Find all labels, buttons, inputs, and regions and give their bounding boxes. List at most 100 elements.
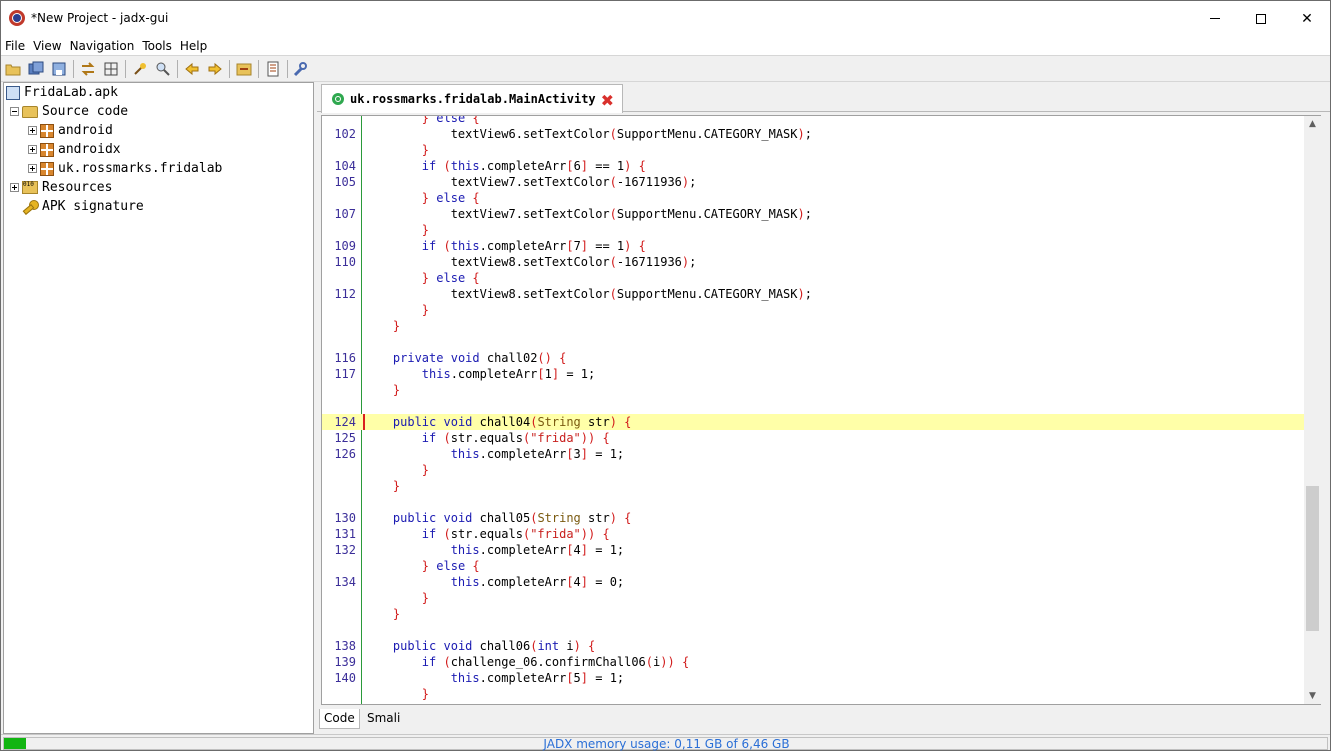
code-line[interactable]: 102 textView6.setTextColor(SupportMenu.C…	[322, 126, 1304, 142]
code-line[interactable]: 107 textView7.setTextColor(SupportMenu.C…	[322, 206, 1304, 222]
tree-item-label: android	[58, 123, 113, 138]
tab-code[interactable]: Code	[319, 709, 360, 729]
tab-smali[interactable]: Smali	[363, 709, 404, 729]
code-line[interactable]: 131 if (str.equals("frida")) {	[322, 526, 1304, 542]
collapse-icon[interactable]	[10, 107, 19, 116]
menu-help[interactable]: Help	[180, 39, 207, 53]
close-button[interactable]: ✕	[1284, 1, 1330, 36]
tree-item-package-fridalab[interactable]: uk.rossmarks.fridalab	[28, 159, 222, 178]
app-window: *New Project - jadx-gui ✕ File View Navi…	[0, 0, 1331, 751]
log-icon[interactable]	[265, 61, 281, 77]
line-number: 132	[334, 543, 356, 557]
code-line[interactable]: }	[322, 382, 1304, 398]
code-line[interactable]: 126 this.completeArr[3] = 1;	[322, 446, 1304, 462]
code-line[interactable]: } else {	[322, 116, 1304, 126]
code-line[interactable]: }	[322, 318, 1304, 334]
expand-icon[interactable]	[28, 145, 37, 154]
code-line[interactable]: }	[322, 142, 1304, 158]
expand-icon[interactable]	[10, 183, 19, 192]
code-line[interactable]: } else {	[322, 270, 1304, 286]
expand-icon[interactable]	[28, 164, 37, 173]
minimize-icon	[1210, 18, 1220, 19]
back-icon[interactable]	[184, 61, 200, 77]
code-line[interactable]: 110 textView8.setTextColor(-16711936);	[322, 254, 1304, 270]
code-area[interactable]: } else {102 textView6.setTextColor(Suppo…	[322, 116, 1304, 704]
code-line[interactable]: }	[322, 702, 1304, 704]
menu-view[interactable]: View	[33, 39, 61, 53]
search-class-icon[interactable]	[155, 61, 171, 77]
tree-item-package-androidx[interactable]: androidx	[28, 140, 121, 159]
code-line[interactable]: }	[322, 606, 1304, 622]
code-line[interactable]: } else {	[322, 190, 1304, 206]
line-number: 104	[334, 159, 356, 173]
scroll-down-icon[interactable]: ▼	[1304, 688, 1321, 704]
preferences-icon[interactable]	[292, 61, 308, 77]
expand-icon[interactable]	[28, 126, 37, 135]
tree-item-resources[interactable]: 010 Resources	[10, 178, 112, 197]
tree-item-apk-signature[interactable]: APK signature	[22, 197, 144, 216]
code-line[interactable]: 117 this.completeArr[1] = 1;	[322, 366, 1304, 382]
menu-file[interactable]: File	[5, 39, 25, 53]
tree-item-apk[interactable]: FridaLab.apk	[6, 83, 118, 102]
deobfuscation-icon[interactable]	[236, 61, 252, 77]
toolbar-separator	[258, 60, 259, 78]
code-line[interactable]: 132 this.completeArr[4] = 1;	[322, 542, 1304, 558]
line-number: 126	[334, 447, 356, 461]
line-number: 125	[334, 431, 356, 445]
code-line[interactable]: 116 private void chall02() {	[322, 350, 1304, 366]
tree-item-source-code[interactable]: Source code	[10, 102, 128, 121]
sync-icon[interactable]	[80, 61, 96, 77]
tree-item-package-android[interactable]: android	[28, 121, 113, 140]
code-line[interactable]: 125 if (str.equals("frida")) {	[322, 430, 1304, 446]
scroll-up-icon[interactable]: ▲	[1304, 116, 1321, 132]
toolbar	[1, 55, 1330, 82]
code-line[interactable]: 124 public void chall04(String str) {	[322, 414, 1304, 430]
menu-navigation[interactable]: Navigation	[70, 39, 135, 53]
code-line[interactable]: }	[322, 302, 1304, 318]
code-text: }	[392, 319, 401, 333]
code-line[interactable]: 140 this.completeArr[5] = 1;	[322, 670, 1304, 686]
open-folder-icon[interactable]	[5, 61, 21, 77]
search-text-icon[interactable]	[132, 61, 148, 77]
line-number: 130	[334, 511, 356, 525]
code-line[interactable]	[322, 398, 1304, 414]
code-line[interactable]: }	[322, 590, 1304, 606]
close-tab-icon[interactable]: ✖	[601, 91, 614, 110]
code-editor[interactable]: } else {102 textView6.setTextColor(Suppo…	[321, 115, 1321, 705]
code-line[interactable]: }	[322, 222, 1304, 238]
forward-icon[interactable]	[207, 61, 223, 77]
code-line[interactable]: 139 if (challenge_06.confirmChall06(i)) …	[322, 654, 1304, 670]
code-line[interactable]: 134 this.completeArr[4] = 0;	[322, 574, 1304, 590]
code-text: }	[421, 143, 430, 157]
code-line[interactable]	[322, 622, 1304, 638]
line-number: 117	[334, 367, 356, 381]
code-line[interactable]: }	[322, 478, 1304, 494]
code-line[interactable]: } else {	[322, 558, 1304, 574]
flatten-packages-icon[interactable]	[103, 61, 119, 77]
line-number: 124	[334, 415, 356, 429]
minimize-button[interactable]	[1192, 1, 1238, 36]
code-text: if (this.completeArr[7] == 1) {	[421, 239, 646, 253]
package-icon	[40, 161, 54, 176]
code-line[interactable]: }	[322, 686, 1304, 702]
code-line[interactable]: 109 if (this.completeArr[7] == 1) {	[322, 238, 1304, 254]
save-all-icon[interactable]	[28, 61, 44, 77]
code-line[interactable]: 104 if (this.completeArr[6] == 1) {	[322, 158, 1304, 174]
code-text: textView8.setTextColor(-16711936);	[364, 255, 697, 269]
tab-main-activity[interactable]: uk.rossmarks.fridalab.MainActivity ✖	[321, 84, 623, 113]
code-line[interactable]	[322, 494, 1304, 510]
code-line[interactable]: }	[322, 462, 1304, 478]
view-mode-tabs: Code Smali	[319, 706, 619, 730]
menu-tools[interactable]: Tools	[142, 39, 172, 53]
export-icon[interactable]	[51, 61, 67, 77]
scrollbar-thumb[interactable]	[1306, 486, 1319, 631]
code-line[interactable]: 138 public void chall06(int i) {	[322, 638, 1304, 654]
code-text: }	[364, 702, 400, 704]
maximize-button[interactable]	[1238, 1, 1284, 36]
code-line[interactable]	[322, 334, 1304, 350]
code-line[interactable]: 130 public void chall05(String str) {	[322, 510, 1304, 526]
window-title: *New Project - jadx-gui	[31, 11, 169, 25]
vertical-scrollbar[interactable]: ▲ ▼	[1304, 116, 1321, 704]
code-line[interactable]: 105 textView7.setTextColor(-16711936);	[322, 174, 1304, 190]
code-line[interactable]: 112 textView8.setTextColor(SupportMenu.C…	[322, 286, 1304, 302]
